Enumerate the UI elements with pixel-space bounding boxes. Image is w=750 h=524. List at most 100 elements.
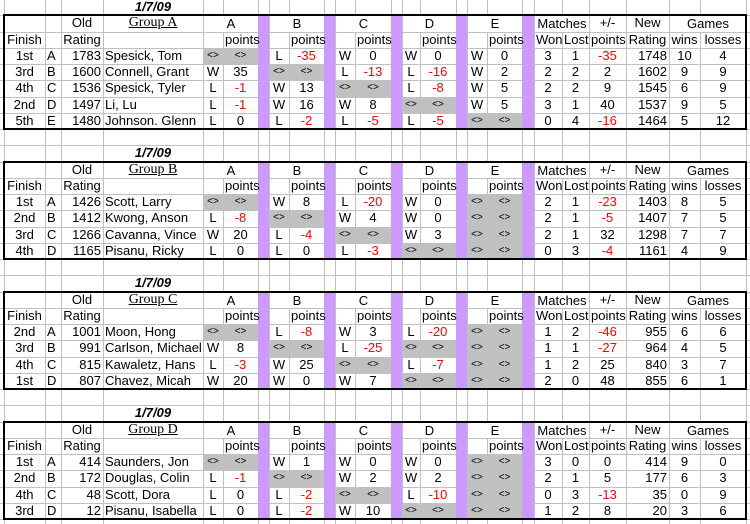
finish-cell: 3rd	[15, 226, 34, 242]
win-loss-cell: W	[206, 372, 220, 388]
games-losses-cell: 5	[719, 340, 727, 356]
points-header: points	[422, 177, 457, 193]
new-rating-cell: 1403	[638, 194, 667, 209]
match-points-cell: 8	[369, 96, 377, 112]
plusminus-cell: 9	[603, 80, 612, 96]
win-loss-cell: L	[341, 242, 349, 258]
match-points-cell: 0	[236, 242, 245, 258]
win-loss-cell: W	[206, 64, 220, 79]
gridline-vertical	[746, 0, 747, 524]
matches-lost-cell: 3	[571, 486, 580, 502]
group-title: Group A	[128, 15, 178, 31]
no-match-marker: <>	[339, 488, 351, 500]
losses-header: losses	[704, 177, 742, 193]
win-loss-cell: L	[341, 64, 349, 79]
new-rating-header: Rating	[628, 31, 667, 47]
matches-lost-cell: 3	[571, 242, 580, 258]
seed-letter-cell: D	[47, 372, 57, 388]
finish-cell: 2nd	[13, 470, 36, 486]
plusminus-points-header: points	[591, 177, 626, 193]
finish-cell: 4th	[15, 242, 34, 258]
win-loss-cell: L	[209, 210, 217, 226]
column-separator	[391, 421, 402, 519]
new-rating-cell: 840	[645, 356, 667, 372]
new-rating-cell: 1298	[638, 226, 667, 242]
points-header: points	[422, 31, 457, 47]
seed-letter-cell: A	[47, 194, 56, 209]
new-rating-header: Rating	[628, 307, 667, 323]
plusminus-cell: 25	[600, 356, 615, 372]
match-points-cell: -3	[367, 242, 379, 258]
games-wins-cell: 7	[680, 210, 689, 226]
new-rating-cell: 1602	[638, 64, 667, 79]
no-match-marker: <>	[432, 98, 444, 110]
win-loss-cell: W	[272, 96, 286, 112]
win-loss-cell: L	[209, 112, 217, 128]
opponent-header: A	[204, 162, 258, 178]
column-separator	[258, 421, 269, 519]
no-match-marker: <>	[234, 456, 247, 467]
finish-header: Finish	[7, 177, 42, 193]
match-points-cell: -1	[234, 80, 247, 96]
self-match-cell: <> <>	[402, 372, 456, 389]
games-wins-cell: 4	[680, 242, 689, 258]
games-wins-cell: 5	[680, 112, 689, 128]
old-rating-cell: 1266	[72, 226, 101, 242]
plusminus-cell: -5	[601, 210, 614, 226]
no-match-marker: <>	[300, 212, 313, 224]
group-title: Group B	[128, 161, 178, 177]
plusminus-cell: 0	[603, 454, 612, 469]
old-rating-header: Old	[71, 15, 93, 31]
seed-letter-cell: D	[47, 96, 57, 112]
match-points-cell: -16	[428, 64, 448, 79]
win-loss-cell: L	[209, 80, 217, 96]
seed-letter-cell: C	[47, 226, 57, 242]
no-match-marker: <>	[471, 212, 483, 224]
group-title: Group D	[128, 421, 178, 437]
gridline-horizontal	[0, 129, 750, 130]
player-name-cell: Carlson, Michael	[105, 340, 202, 356]
win-loss-cell: W	[404, 226, 418, 242]
matches-won-cell: 0	[544, 486, 552, 502]
points-header: points	[357, 31, 392, 47]
points-header: points	[357, 307, 392, 323]
win-loss-cell: L	[407, 356, 415, 372]
plusminus-cell: 8	[603, 502, 612, 518]
games-losses-cell: 5	[719, 194, 727, 209]
win-loss-cell: W	[404, 47, 418, 63]
column-separator	[522, 291, 534, 389]
old-rating-header: Old	[71, 161, 93, 177]
seed-letter-cell: B	[47, 340, 56, 356]
matches-header: Matches	[535, 292, 589, 308]
games-header: Games	[670, 422, 746, 438]
games-header: Games	[670, 16, 746, 32]
win-loss-cell: W	[338, 502, 352, 518]
match-points-cell: 0	[236, 502, 245, 518]
games-losses-cell: 9	[719, 80, 727, 96]
games-losses-cell: 4	[719, 47, 727, 63]
seed-letter-cell: D	[47, 502, 57, 518]
self-match-cell: <> <>	[203, 454, 258, 471]
match-points-cell: 16	[299, 96, 314, 112]
match-points-cell: 35	[233, 64, 248, 79]
self-match-cell: <> <>	[402, 502, 456, 519]
opponent-header: A	[204, 16, 258, 32]
seed-letter-cell: C	[47, 356, 57, 372]
old-rating-cell: 1783	[72, 47, 101, 63]
points-header: points	[291, 307, 326, 323]
win-loss-cell: W	[338, 454, 352, 469]
column-separator	[324, 421, 335, 519]
opponent-header: B	[270, 292, 324, 308]
player-name-cell: Douglas, Colin	[105, 470, 190, 486]
win-loss-cell: L	[275, 112, 283, 128]
player-name-cell: Chavez, Micah	[105, 372, 191, 388]
games-wins-cell: 3	[680, 502, 689, 518]
match-points-cell: 0	[302, 372, 311, 388]
no-match-marker: <>	[432, 244, 444, 256]
match-points-cell: -8	[300, 324, 313, 339]
matches-lost-cell: 4	[571, 112, 580, 128]
points-header: points	[291, 31, 326, 47]
self-match-cell: <> <>	[467, 324, 522, 341]
win-loss-cell: W	[206, 226, 220, 242]
finish-cell: 1st	[15, 47, 34, 63]
